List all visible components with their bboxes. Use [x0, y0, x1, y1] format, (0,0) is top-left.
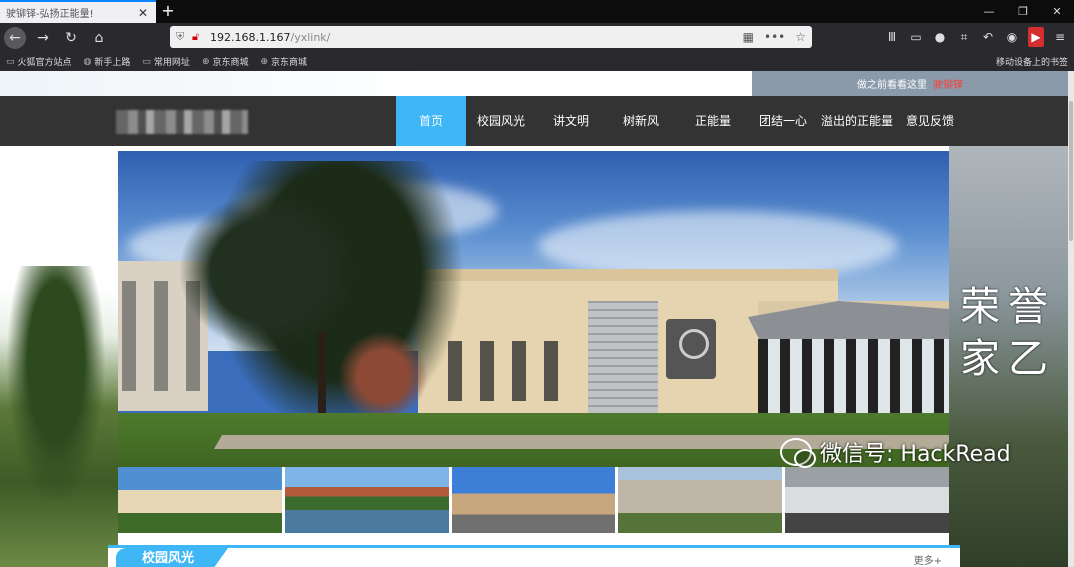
bookmark-item[interactable]: ⊕ 京东商城 [201, 55, 249, 69]
menu-icon[interactable]: ≡ [1052, 27, 1068, 47]
menu-item-civility[interactable]: 讲文明 [536, 96, 606, 146]
maximize-button[interactable]: ❐ [1006, 0, 1040, 23]
shield-icon[interactable]: ⛨ [176, 30, 192, 44]
menu-item-positive-energy[interactable]: 正能量 [676, 96, 750, 146]
wechat-watermark: 微信号: HackRead [780, 436, 1011, 468]
qr-icon[interactable]: ▦ [743, 30, 754, 44]
watermark-text: 微信号: HackRead [820, 442, 1011, 467]
thumbnail-5[interactable] [785, 467, 949, 533]
bookmark-item[interactable]: ◍ 新手上路 [83, 55, 131, 69]
menu-item-new-style[interactable]: 树新风 [606, 96, 676, 146]
scrollbar-thumb[interactable] [1069, 101, 1073, 241]
hero-red-tree [338, 331, 428, 421]
calligraphy-text: 荣誉 家乙 [960, 284, 1056, 382]
close-window-button[interactable]: ✕ [1040, 0, 1074, 23]
bookmark-item[interactable]: ▭ 火狐官方站点 [6, 55, 72, 69]
web-page: 做之前看看这里 驶铆铎 首页 校园风光 讲文明 树新风 正能量 团结一心 溢出的… [0, 71, 1074, 567]
mobile-bookmarks[interactable]: 移动设备上的书签 [996, 55, 1068, 68]
folder-icon: ▭ [6, 56, 15, 67]
menu-item-feedback[interactable]: 意见反馈 [898, 96, 962, 146]
notice-text: 做之前看看这里 [857, 80, 927, 91]
thumbnail-strip [118, 467, 949, 533]
bookmark-item[interactable]: ⊕ 京东商城 [260, 55, 308, 69]
url-bar[interactable]: ⛨ 🔓︎ 192.168.1.167 /yxlink/ ▦ ••• ☆ [170, 26, 812, 48]
new-tab-button[interactable]: + [158, 0, 178, 23]
menu-item-overflow-energy[interactable]: 溢出的正能量 [816, 96, 898, 146]
more-icon[interactable]: ••• [764, 30, 785, 44]
wechat-icon [780, 438, 816, 468]
folder-icon: ▭ [142, 56, 151, 67]
globe-icon: ⊕ [201, 56, 210, 67]
menu-item-unity[interactable]: 团结一心 [750, 96, 816, 146]
back-arrow-icon[interactable]: ← [4, 26, 26, 49]
tab-title: 驶铆铎-弘扬正能量! [6, 9, 94, 20]
reload-icon[interactable]: ↻ [60, 27, 82, 49]
thumbnail-1[interactable] [118, 467, 282, 533]
hero-tree [178, 191, 358, 351]
extension-icon[interactable]: ◉ [1004, 27, 1020, 47]
thumbnail-4[interactable] [618, 467, 783, 533]
thumbnail-2[interactable] [284, 467, 449, 533]
bookmarks-bar: ▭ 火狐官方站点 ◍ 新手上路 ▭ 常用网址 ⊕ 京东商城 ⊕ 京东商城 移动设备上的书签 [0, 52, 1074, 71]
site-logo[interactable] [116, 110, 248, 134]
section-title: 校园风光 [116, 548, 228, 567]
undo-icon[interactable]: ↶ [980, 27, 996, 47]
url-path: /yxlink/ [290, 30, 331, 44]
bookmark-item[interactable]: ▭ 常用网址 [142, 55, 190, 69]
globe-icon: ⊕ [260, 56, 269, 67]
url-host: 192.168.1.167 [210, 30, 291, 44]
browser-toolbar: Ⅲ ▭ ● ⌗ ↶ ◉ ▶ ≡ [884, 27, 1068, 47]
screenshot-icon[interactable]: ⌗ [956, 27, 972, 47]
main-nav: 首页 校园风光 讲文明 树新风 正能量 团结一心 溢出的正能量 意见反馈 [0, 96, 1074, 146]
video-extension-icon[interactable]: ▶ [1028, 27, 1044, 47]
bookmark-star-icon[interactable]: ☆ [795, 30, 806, 44]
home-icon[interactable]: ⌂ [88, 27, 110, 49]
hero-tower [588, 301, 658, 421]
library-icon[interactable]: Ⅲ [884, 27, 900, 47]
browser-tab-bar: 驶铆铎-弘扬正能量! ✕ + — ❐ ✕ [0, 0, 1074, 23]
menu-item-home[interactable]: 首页 [396, 96, 466, 146]
account-icon[interactable]: ● [932, 27, 948, 47]
close-icon[interactable]: ✕ [136, 6, 150, 20]
browser-tab[interactable]: 驶铆铎-弘扬正能量! ✕ [0, 0, 156, 23]
browser-navbar: ← → ↻ ⌂ ⛨ 🔓︎ 192.168.1.167 /yxlink/ ▦ ••… [0, 23, 1074, 52]
menu-item-campus[interactable]: 校园风光 [466, 96, 536, 146]
hero-emblem [666, 319, 716, 379]
background-trees [0, 146, 118, 567]
hero-banner[interactable] [118, 151, 949, 467]
insecure-lock-icon[interactable]: 🔓︎ [192, 30, 210, 44]
more-link[interactable]: 更多+ [914, 552, 942, 567]
top-notice: 做之前看看这里 驶铆铎 [752, 71, 1068, 96]
section-header: 校园风光 更多+ [108, 545, 960, 567]
minimize-button[interactable]: — [972, 0, 1006, 23]
sidebar-icon[interactable]: ▭ [908, 27, 924, 47]
hero-glass-facade [758, 339, 949, 419]
thumbnail-3[interactable] [451, 467, 616, 533]
forward-arrow-icon[interactable]: → [32, 27, 54, 49]
window-controls: — ❐ ✕ [972, 0, 1074, 23]
notice-link[interactable]: 驶铆铎 [933, 76, 963, 91]
menu: 首页 校园风光 讲文明 树新风 正能量 团结一心 溢出的正能量 意见反馈 [396, 96, 962, 146]
firefox-icon: ◍ [83, 56, 92, 67]
